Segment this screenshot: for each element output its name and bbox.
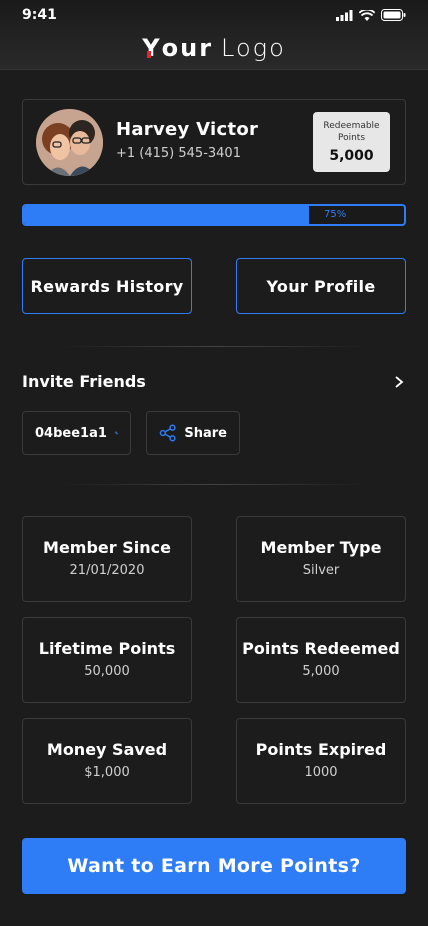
stat-lifetime-points: Lifetime Points 50,000	[22, 617, 192, 703]
share-icon	[159, 424, 176, 442]
invite-code-copy-button[interactable]: 04bee1a1	[22, 411, 131, 455]
points-label: Redeemable Points	[323, 121, 380, 143]
stat-points-expired: Points Expired 1000	[236, 718, 406, 804]
stat-title: Money Saved	[46, 740, 168, 759]
chevron-right-icon[interactable]	[394, 376, 404, 388]
wifi-icon	[359, 9, 375, 21]
share-label: Share	[184, 425, 227, 441]
top-bar: 9:41 Your Logo	[0, 0, 428, 70]
avatar	[36, 109, 103, 176]
points-value: 5,000	[329, 148, 374, 164]
divider	[60, 346, 368, 347]
logo-letter: Y	[142, 34, 162, 62]
stat-title: Points Expired	[255, 740, 387, 759]
stat-title: Points Redeemed	[242, 639, 400, 658]
stat-money-saved: Money Saved $1,000	[22, 718, 192, 804]
share-button[interactable]: Share	[146, 411, 240, 455]
stat-value: $1,000	[84, 765, 130, 780]
rewards-history-button[interactable]: Rewards History	[22, 258, 192, 314]
divider	[60, 484, 368, 485]
logo-word-second: Logo	[221, 34, 286, 62]
profile-name: Harvey Victor	[116, 119, 259, 140]
stat-member-type: Member Type Silver	[236, 516, 406, 602]
avatar-photo	[36, 109, 103, 176]
stat-value: 50,000	[84, 664, 130, 679]
stat-value: 5,000	[302, 664, 340, 679]
profile-card: Harvey Victor +1 (415) 545-3401 Redeemab…	[22, 99, 406, 185]
stat-title: Member Type	[260, 538, 382, 557]
stat-points-redeemed: Points Redeemed 5,000	[236, 617, 406, 703]
stat-value: Silver	[302, 563, 340, 578]
copy-icon	[115, 431, 118, 435]
battery-icon	[381, 9, 406, 21]
earn-more-points-button[interactable]: Want to Earn More Points?	[22, 838, 406, 894]
stat-title: Member Since	[43, 538, 171, 557]
status-icons	[336, 9, 406, 21]
progress-fill	[24, 206, 309, 224]
signal-icon	[336, 9, 353, 21]
redeemable-points-box: Redeemable Points 5,000	[313, 112, 390, 172]
stat-value: 1000	[304, 765, 338, 780]
invite-friends-title[interactable]: Invite Friends	[22, 372, 146, 391]
logo-word-first: our	[161, 34, 214, 62]
invite-code: 04bee1a1	[35, 425, 107, 441]
profile-phone: +1 (415) 545-3401	[116, 146, 241, 161]
status-time: 9:41	[22, 7, 57, 23]
app-logo[interactable]: Your Logo	[0, 34, 428, 62]
progress-bar: 75%	[22, 204, 406, 226]
stat-member-since: Member Since 21/01/2020	[22, 516, 192, 602]
stat-title: Lifetime Points	[38, 639, 176, 658]
progress-label: 75%	[324, 209, 347, 220]
stat-value: 21/01/2020	[69, 563, 145, 578]
your-profile-button[interactable]: Your Profile	[236, 258, 406, 314]
